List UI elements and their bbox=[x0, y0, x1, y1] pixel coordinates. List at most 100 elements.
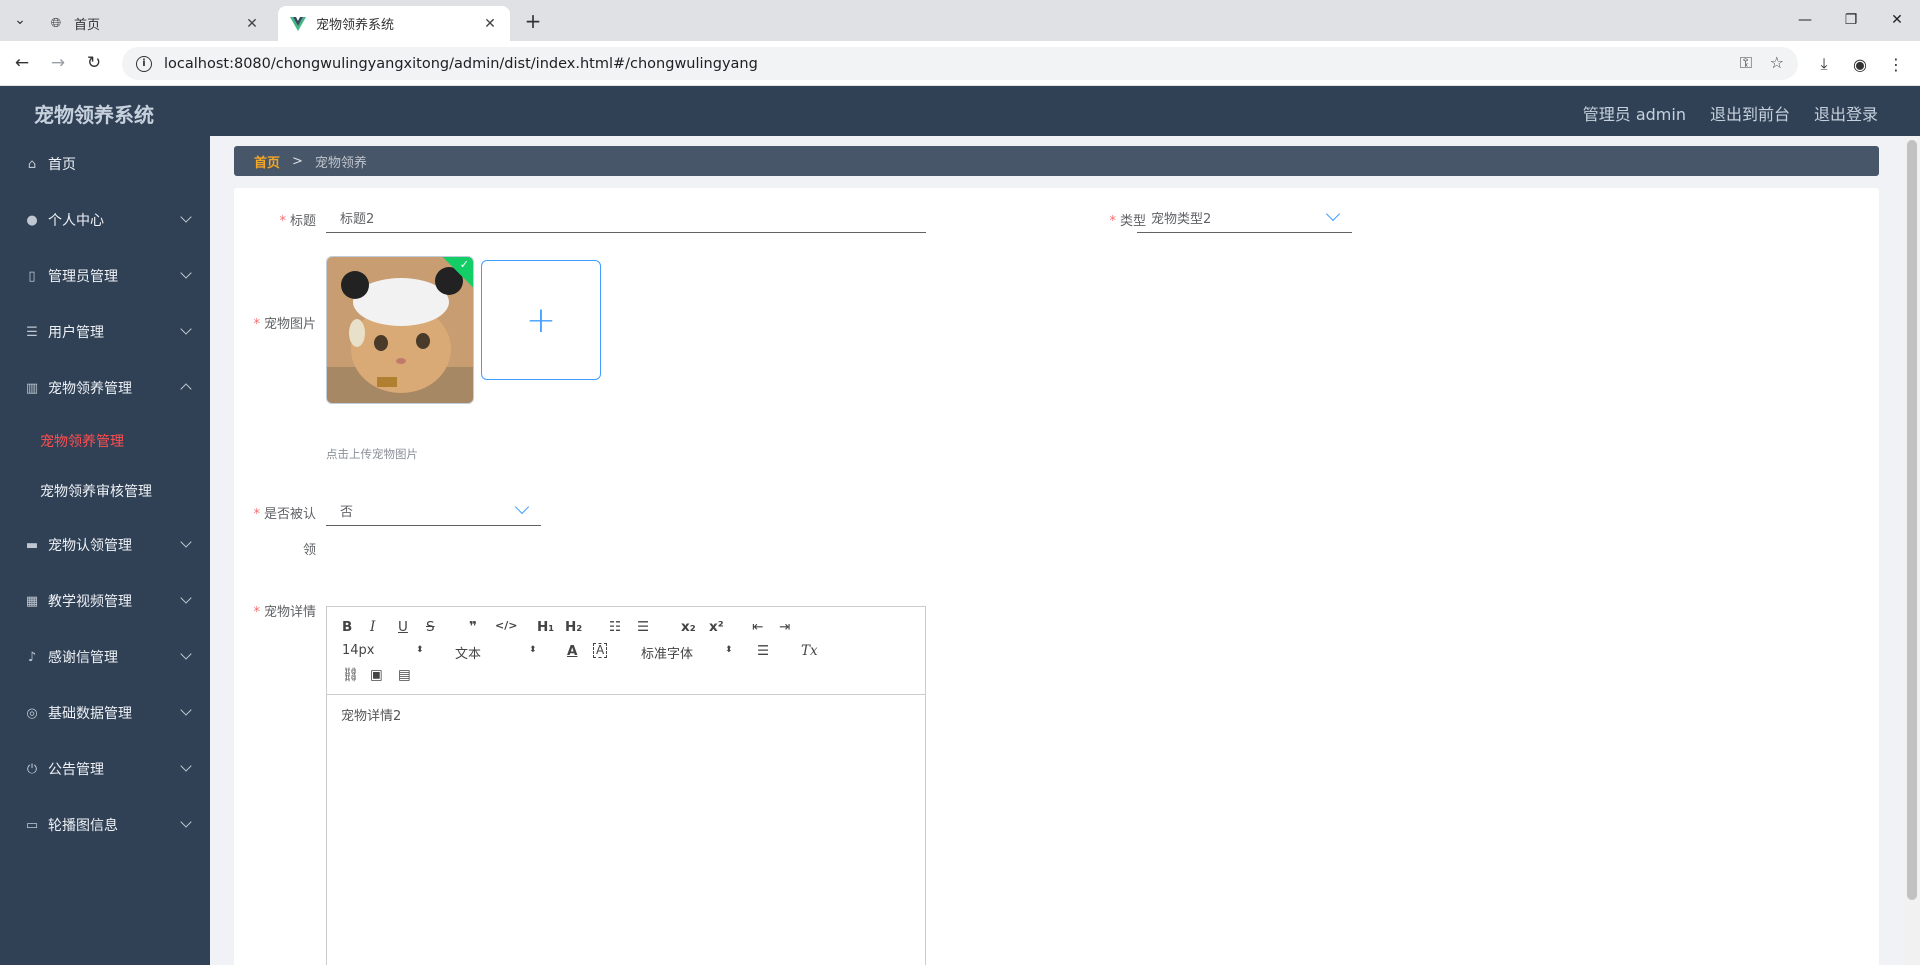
blockquote-icon[interactable]: ❞ bbox=[469, 619, 477, 635]
clear-format-icon[interactable]: Tx bbox=[801, 643, 818, 659]
editor-content[interactable]: 宠物详情2 bbox=[327, 695, 925, 965]
back-arrow-icon[interactable]: ← bbox=[8, 49, 36, 77]
sidebar-item-label: 教学视频管理 bbox=[48, 594, 132, 610]
upload-image-button[interactable]: + bbox=[481, 260, 601, 380]
sidebar-item-claim[interactable]: ▬ 宠物认领管理 bbox=[0, 517, 210, 573]
sidebar-item-basedata[interactable]: ◎ 基础数据管理 bbox=[0, 685, 210, 741]
vue-logo-icon bbox=[290, 16, 306, 32]
logout-link[interactable]: 退出登录 bbox=[1814, 101, 1878, 125]
subscript-icon[interactable]: x₂ bbox=[681, 619, 696, 635]
sidebar-item-carousel[interactable]: ▭ 轮播图信息 bbox=[0, 797, 210, 853]
chat-icon: ▭ bbox=[25, 817, 39, 833]
sidebar-subitem-adoption-manage[interactable]: 宠物领养管理 bbox=[0, 416, 210, 466]
window-close-icon[interactable]: ✕ bbox=[1874, 6, 1920, 34]
monitor-icon: ▬ bbox=[25, 537, 39, 553]
tab-close-icon[interactable]: ✕ bbox=[244, 16, 260, 32]
minimize-icon[interactable]: — bbox=[1782, 6, 1828, 34]
microphone-icon: ♪ bbox=[27, 649, 37, 665]
check-icon: ✓ bbox=[459, 258, 469, 271]
underline-icon[interactable]: U bbox=[398, 619, 408, 635]
indent-icon[interactable]: ⇥ bbox=[779, 619, 790, 635]
chevron-down-icon bbox=[1325, 206, 1341, 222]
sidebar-item-admin[interactable]: ▯ 管理员管理 bbox=[0, 248, 210, 304]
site-info-icon[interactable]: i bbox=[136, 55, 152, 72]
code-block-icon[interactable]: </> bbox=[495, 619, 517, 632]
sidebar-item-users[interactable]: ☰ 用户管理 bbox=[0, 304, 210, 360]
outdent-icon[interactable]: ⇤ bbox=[752, 619, 763, 635]
bold-icon[interactable]: B bbox=[342, 619, 352, 635]
tab-close-icon[interactable]: ✕ bbox=[482, 16, 498, 32]
video-icon[interactable]: ▤ bbox=[398, 667, 411, 683]
font-family-select[interactable]: 标准字体 ⬍ bbox=[641, 643, 735, 662]
link-icon[interactable]: ⛓︎ bbox=[342, 667, 359, 683]
more-icon[interactable]: ⋮ bbox=[1884, 52, 1908, 76]
chevron-down-icon bbox=[180, 536, 192, 548]
sidebar-item-label: 管理员管理 bbox=[48, 269, 118, 285]
chevron-down-icon bbox=[180, 760, 192, 772]
download-icon[interactable]: ⤓ bbox=[1812, 52, 1836, 76]
strikethrough-icon[interactable]: S bbox=[426, 619, 435, 635]
sidebar-item-label: 用户管理 bbox=[48, 325, 104, 341]
image-icon[interactable]: ▣ bbox=[370, 667, 383, 683]
sidebar-item-label: 宠物认领管理 bbox=[48, 538, 132, 554]
font-size-select[interactable]: 14px ⬍ bbox=[342, 643, 426, 658]
sidebar-item-thanks[interactable]: ♪ 感谢信管理 bbox=[0, 629, 210, 685]
forward-arrow-icon[interactable]: → bbox=[44, 49, 72, 77]
browser-toolbar: ← → ↻ i localhost:8080/chongwulingyangxi… bbox=[0, 41, 1920, 86]
key-icon[interactable]: ⚿ bbox=[1740, 53, 1752, 73]
title-label: * 标题 bbox=[279, 214, 316, 229]
sidebar-item-home[interactable]: ⌂ 首页 bbox=[0, 136, 210, 192]
sidebar-item-adoption[interactable]: ▥ 宠物领养管理 bbox=[0, 360, 210, 416]
sidebar-item-profile[interactable]: ● 个人中心 bbox=[0, 192, 210, 248]
background-color-icon[interactable]: A bbox=[593, 643, 608, 658]
sidebar-subitem-adoption-review[interactable]: 宠物领养审核管理 bbox=[0, 466, 210, 516]
address-bar[interactable]: i localhost:8080/chongwulingyangxitong/a… bbox=[122, 47, 1798, 80]
restore-icon[interactable]: ❐ bbox=[1828, 6, 1874, 34]
chevron-down-icon bbox=[180, 704, 192, 716]
italic-icon[interactable]: I bbox=[370, 619, 375, 635]
new-tab-button[interactable]: + bbox=[520, 8, 546, 34]
image-label: * 宠物图片 bbox=[253, 317, 316, 332]
browser-tabstrip: ⌄ 🌐︎ 首页 ✕ 宠物领养系统 ✕ + — ❐ ✕ bbox=[0, 0, 1920, 41]
goto-frontend-link[interactable]: 退出到前台 bbox=[1710, 101, 1790, 125]
breadcrumb: 首页 > 宠物领养 bbox=[234, 146, 1879, 176]
globe-icon: 🌐︎ bbox=[50, 16, 62, 31]
tab-search-icon[interactable]: ⌄ bbox=[8, 8, 32, 32]
sidebar-item-label: 公告管理 bbox=[48, 762, 104, 778]
header-links: 管理员 admin 退出到前台 退出登录 bbox=[1583, 101, 1878, 125]
profile-icon[interactable]: ◉ bbox=[1848, 52, 1872, 76]
ordered-list-icon[interactable]: ☷ bbox=[609, 619, 621, 635]
superscript-icon[interactable]: x² bbox=[709, 619, 724, 635]
pet-image-thumbnail[interactable]: ✓ bbox=[326, 256, 474, 404]
sidebar-item-label: 感谢信管理 bbox=[48, 650, 118, 666]
type-select[interactable]: 宠物类型2 bbox=[1137, 203, 1352, 233]
sidebar-item-label: 基础数据管理 bbox=[48, 706, 132, 722]
sidebar-item-notice[interactable]: ⏻ 公告管理 bbox=[0, 741, 210, 797]
tab-title: 宠物领养系统 bbox=[316, 18, 395, 33]
adopted-select[interactable]: 否 bbox=[326, 496, 541, 526]
heading1-icon[interactable]: H₁ bbox=[537, 619, 554, 635]
admin-user-label: 管理员 admin bbox=[1582, 105, 1686, 124]
chevron-down-icon bbox=[180, 648, 192, 660]
bullet-list-icon[interactable]: ☰ bbox=[637, 619, 649, 635]
browser-tab-app[interactable]: 宠物领养系统 ✕ bbox=[278, 6, 510, 41]
align-icon[interactable]: ☰ bbox=[757, 643, 769, 659]
font-color-icon[interactable]: A bbox=[567, 643, 577, 659]
sidebar-item-label: 宠物领养管理 bbox=[48, 381, 132, 397]
updown-icon: ⬍ bbox=[416, 645, 424, 655]
adopted-label: * 是否被认 bbox=[253, 507, 316, 522]
browser-tab-home[interactable]: 🌐︎ 首页 ✕ bbox=[36, 6, 272, 41]
page-scrollbar[interactable] bbox=[1904, 136, 1920, 965]
title-input[interactable]: 标题2 bbox=[326, 203, 926, 233]
paragraph-select[interactable]: 文本 ⬍ bbox=[455, 643, 539, 662]
heading2-icon[interactable]: H₂ bbox=[565, 619, 582, 635]
chevron-down-icon bbox=[180, 816, 192, 828]
breadcrumb-separator: > bbox=[292, 153, 303, 169]
reload-icon[interactable]: ↻ bbox=[80, 49, 108, 77]
star-icon[interactable]: ☆ bbox=[1770, 53, 1784, 72]
breadcrumb-home[interactable]: 首页 bbox=[254, 152, 280, 171]
type-label: * 类型 bbox=[1109, 214, 1146, 229]
home-icon: ⌂ bbox=[27, 156, 37, 172]
scrollbar-thumb[interactable] bbox=[1907, 140, 1917, 900]
sidebar-item-videos[interactable]: ▦ 教学视频管理 bbox=[0, 573, 210, 629]
